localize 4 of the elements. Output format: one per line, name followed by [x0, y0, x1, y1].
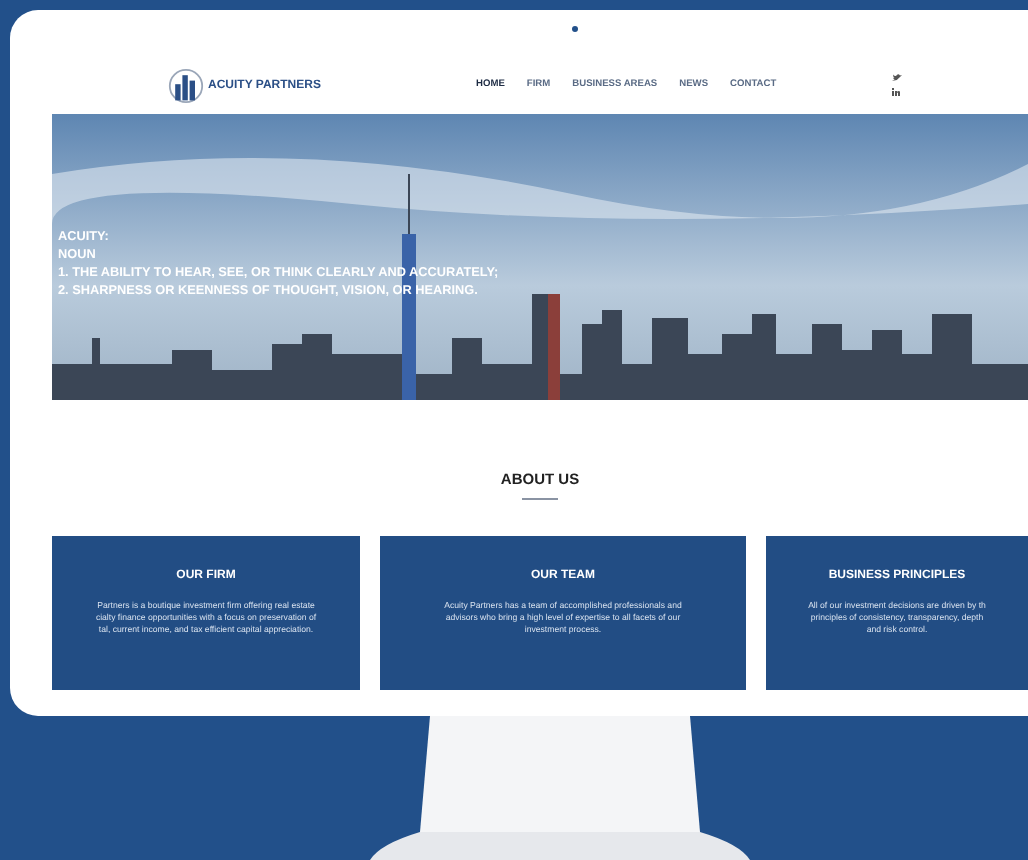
- twitter-icon[interactable]: [892, 74, 903, 82]
- linkedin-icon[interactable]: [892, 88, 901, 96]
- camera-dot: [572, 26, 578, 32]
- city-logo-icon: [168, 67, 204, 103]
